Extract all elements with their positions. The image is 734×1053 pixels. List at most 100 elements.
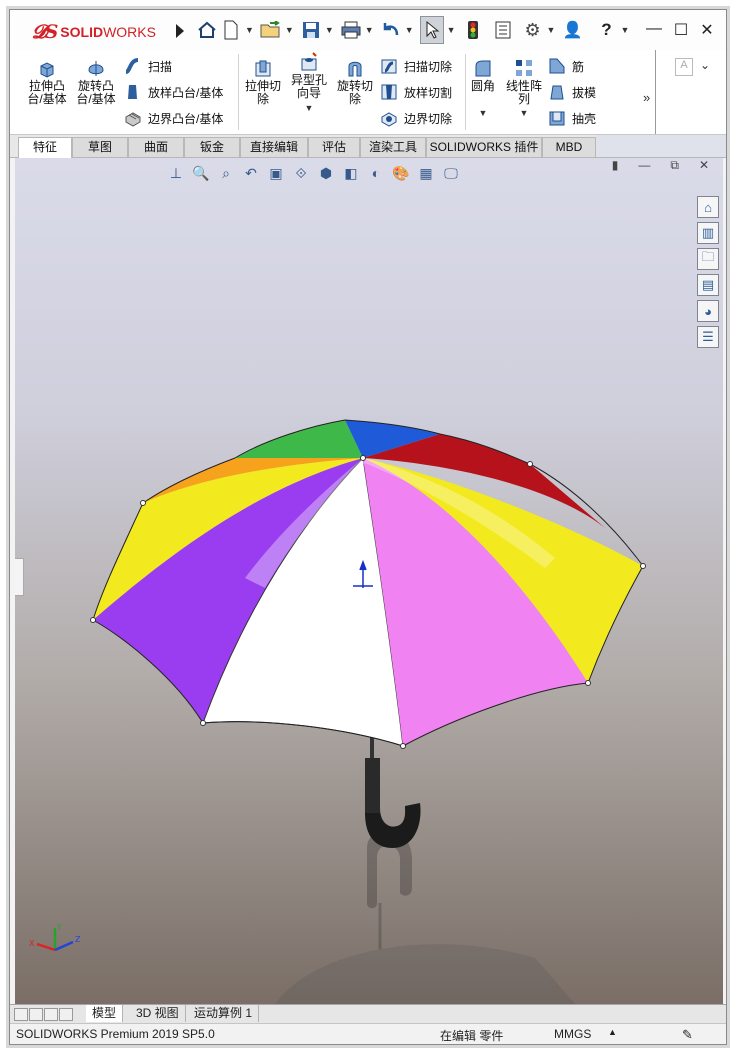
customize-statusbar-icon[interactable]: ✎ xyxy=(682,1027,693,1043)
extrude-boss-button[interactable]: 拉伸凸 台/基体 xyxy=(24,58,70,106)
fillet-icon xyxy=(475,60,491,77)
panel-green xyxy=(235,420,363,458)
help-icon[interactable]: ? xyxy=(595,17,617,43)
tab-sketch[interactable]: 草图 xyxy=(72,137,128,157)
ribbon-separator xyxy=(238,54,239,130)
fillet-dropdown-icon[interactable]: ▼ xyxy=(479,107,488,120)
linear-pattern-icon xyxy=(516,60,532,76)
command-manager-ribbon: 拉伸凸 台/基体 旋转凸 台/基体 扫描 放样凸台/基体 边界凸台/基体 拉伸切… xyxy=(10,50,726,135)
title-bar: 𝓓S SOLIDWORKS ▼ ▼ ▼ ▼ ▼ ▼ ⚙ ▼ 👤 ? ▼ — ☐ … xyxy=(10,10,726,51)
shell-button[interactable]: 抽壳 xyxy=(548,108,596,128)
units-dropdown-icon[interactable]: ▲ xyxy=(608,1027,617,1037)
boundary-cut-icon xyxy=(381,112,397,127)
swept-cut-button[interactable]: 扫描切除 xyxy=(380,56,452,76)
revolve-cut-button[interactable]: 旋转切 除 xyxy=(332,58,378,106)
tab-evaluate[interactable]: 评估 xyxy=(308,137,360,157)
revolve-boss-button[interactable]: 旋转凸 台/基体 xyxy=(73,58,119,106)
save-dropdown-chevron-icon[interactable]: ▼ xyxy=(325,25,334,35)
command-manager-tabs: 特征 草图 曲面 钣金 直接编辑 评估 渲染工具 SOLIDWORKS 插件 M… xyxy=(10,135,726,158)
next-tab-nav-icon[interactable] xyxy=(44,1008,58,1021)
rib-icon xyxy=(549,58,565,74)
print-dropdown-chevron-icon[interactable]: ▼ xyxy=(365,25,374,35)
tab-features[interactable]: 特征 xyxy=(18,137,72,158)
annotation-icon[interactable]: A xyxy=(675,58,693,76)
extrude-cut-icon xyxy=(255,60,271,77)
rebuild-icon[interactable] xyxy=(462,17,484,43)
open-dropdown-chevron-icon[interactable]: ▼ xyxy=(285,25,294,35)
graphics-area[interactable]: ▮ — ⧉ ✕ ⊥ 🔍 ⌕ ↶ ▣ ⟐ ⬢ ◧ ◐ 🎨 ▦ 🖵 ⌂ ▥ 🗀 ▤ … xyxy=(15,158,723,1004)
linear-pattern-button[interactable]: 线性阵 列 ▼ xyxy=(502,58,546,120)
open-icon[interactable] xyxy=(260,17,282,43)
ribbon-expand-chevron-icon[interactable]: » xyxy=(643,90,650,105)
status-bar: SOLIDWORKS Premium 2019 SP5.0 在编辑 零件 MMG… xyxy=(10,1023,726,1044)
swept-cut-icon xyxy=(381,59,397,74)
sweep-button[interactable]: 扫描 xyxy=(124,56,172,76)
tab-mbd[interactable]: MBD xyxy=(542,137,596,157)
minimize-button[interactable]: — xyxy=(643,20,665,38)
tab-motion-study-1[interactable]: 运动算例 1 xyxy=(188,1005,260,1022)
fillet-button[interactable]: 圆角 ▼ xyxy=(468,58,498,120)
prev-tab-nav-icon[interactable] xyxy=(29,1008,43,1021)
tab-sheet-metal[interactable]: 钣金 xyxy=(184,137,240,157)
user-icon[interactable]: 👤 xyxy=(561,17,583,43)
tab-model[interactable]: 模型 xyxy=(86,1005,124,1022)
undo-icon[interactable] xyxy=(380,17,402,43)
revolve-cut-label: 旋转切 除 xyxy=(336,79,373,106)
home-icon[interactable] xyxy=(196,17,218,43)
brand-prefix: SOLID xyxy=(60,24,104,40)
umbrella-model[interactable] xyxy=(15,158,723,1004)
svg-text:Y: Y xyxy=(56,923,62,932)
boundary-cut-button[interactable]: 边界切除 xyxy=(380,108,452,128)
hole-wizard-icon xyxy=(301,52,317,71)
extrude-boss-label: 拉伸凸 台/基体 xyxy=(27,79,67,106)
maximize-button[interactable]: ☐ xyxy=(670,20,692,40)
solidworks-window: 𝓓S SOLIDWORKS ▼ ▼ ▼ ▼ ▼ ▼ ⚙ ▼ 👤 ? ▼ — ☐ … xyxy=(9,9,727,1045)
sweep-icon xyxy=(125,58,139,74)
save-icon[interactable] xyxy=(300,17,322,43)
select-dropdown-chevron-icon[interactable]: ▼ xyxy=(447,25,456,35)
linear-pattern-dropdown-icon[interactable]: ▼ xyxy=(520,107,529,120)
options-icon[interactable]: ⚙ xyxy=(522,17,544,43)
model-reflection xyxy=(275,830,575,1004)
extrude-cut-button[interactable]: 拉伸切 除 xyxy=(240,58,286,106)
draft-button[interactable]: 拔模 xyxy=(548,82,596,102)
undo-dropdown-chevron-icon[interactable]: ▼ xyxy=(405,25,414,35)
select-icon[interactable] xyxy=(419,16,444,44)
last-tab-nav-icon[interactable] xyxy=(59,1008,73,1021)
hole-wizard-button[interactable]: 异型孔 向导 ▼ xyxy=(286,52,332,115)
tab-solidworks-addins[interactable]: SOLIDWORKS 插件 xyxy=(426,137,542,157)
hole-wizard-label: 异型孔 向导 xyxy=(290,73,327,100)
edit-mode-label: 在编辑 零件 xyxy=(440,1029,504,1043)
rib-label: 筋 xyxy=(572,59,585,74)
file-properties-icon[interactable] xyxy=(492,17,514,43)
lofted-cut-button[interactable]: 放样切割 xyxy=(380,82,452,102)
new-dropdown-chevron-icon[interactable]: ▼ xyxy=(245,25,254,35)
tab-3d-views[interactable]: 3D 视图 xyxy=(130,1005,186,1022)
help-dropdown-chevron-icon[interactable]: ▼ xyxy=(620,25,629,35)
ribbon-collapse-chevron-icon[interactable]: ⌄ xyxy=(700,58,710,72)
loft-boss-icon xyxy=(128,85,137,99)
solidworks-logo[interactable]: 𝓓S SOLIDWORKS xyxy=(32,20,156,44)
boundary-boss-button[interactable]: 边界凸台/基体 xyxy=(124,108,223,128)
print-icon[interactable] xyxy=(340,17,362,43)
tab-render-tools[interactable]: 渲染工具 xyxy=(360,137,426,157)
options-dropdown-chevron-icon[interactable]: ▼ xyxy=(547,25,556,35)
close-button[interactable]: ✕ xyxy=(696,20,718,40)
ribbon-separator xyxy=(465,54,466,130)
product-version-label: SOLIDWORKS Premium 2019 SP5.0 xyxy=(16,1027,215,1041)
sweep-label: 扫描 xyxy=(148,59,173,74)
boundary-cut-label: 边界切除 xyxy=(404,111,453,126)
units-selector[interactable]: MMGS xyxy=(554,1027,591,1041)
menu-expand-arrow-icon[interactable] xyxy=(176,24,184,38)
new-document-icon[interactable] xyxy=(220,17,242,43)
fillet-label: 圆角 xyxy=(470,79,495,93)
revolve-boss-icon xyxy=(88,61,104,76)
hole-wizard-dropdown-icon[interactable]: ▼ xyxy=(305,102,314,115)
loft-boss-button[interactable]: 放样凸台/基体 xyxy=(124,82,223,102)
tab-surfaces[interactable]: 曲面 xyxy=(128,137,184,157)
draft-label: 拔模 xyxy=(572,85,597,100)
svg-text:Z: Z xyxy=(75,935,81,944)
first-tab-nav-icon[interactable] xyxy=(14,1008,28,1021)
rib-button[interactable]: 筋 xyxy=(548,56,584,76)
tab-direct-editing[interactable]: 直接编辑 xyxy=(240,137,308,157)
